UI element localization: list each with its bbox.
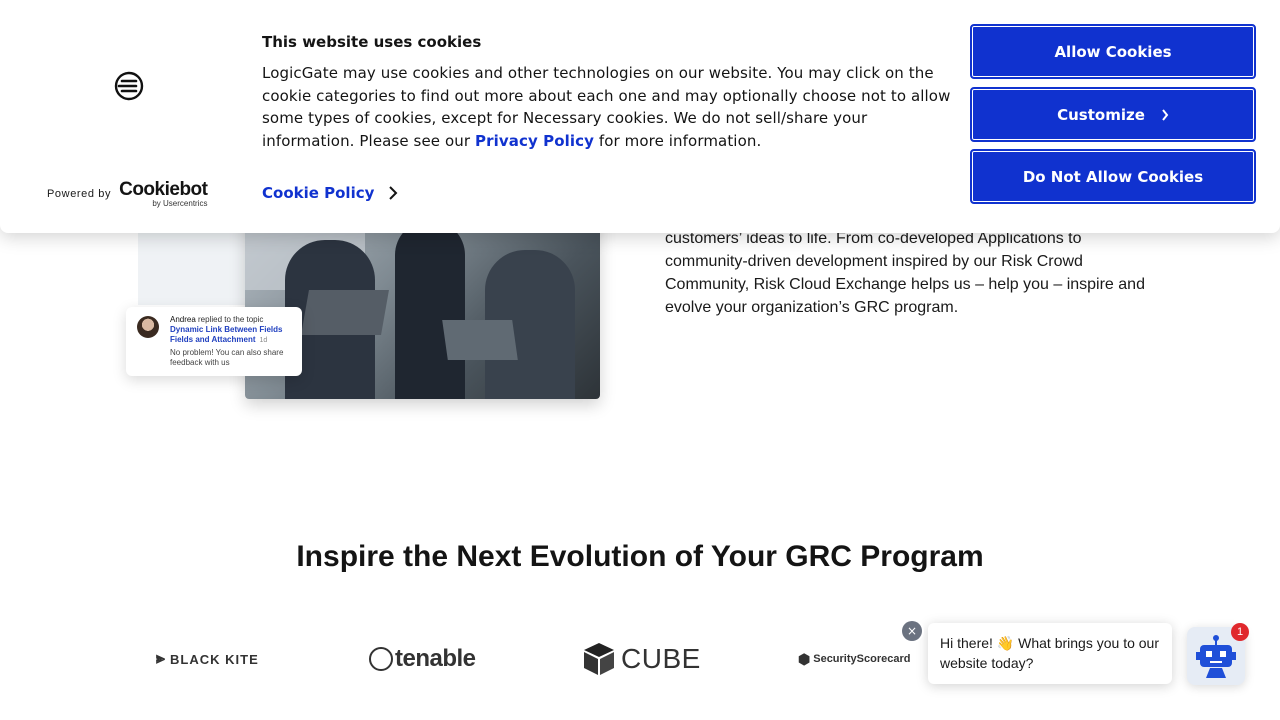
- avatar: [137, 316, 159, 338]
- chat-greeting-bubble[interactable]: Hi there! 👋 What brings you to our websi…: [928, 623, 1172, 684]
- cube-icon: [584, 643, 614, 675]
- cookie-policy-label: Cookie Policy: [262, 184, 375, 202]
- privacy-policy-link[interactable]: Privacy Policy: [475, 132, 594, 150]
- cube-logo: CUBE: [583, 640, 701, 678]
- chatbot-robot-icon: [1196, 635, 1236, 678]
- intro-paragraph: customers’ ideas to life. From co-develo…: [665, 230, 1145, 316]
- cookie-policy-link[interactable]: Cookie Policy: [262, 184, 398, 202]
- kite-icon: ⫸: [156, 650, 167, 667]
- close-chat-bubble-icon[interactable]: ×: [902, 621, 922, 641]
- customize-button[interactable]: Customize: [970, 87, 1256, 142]
- logicgate-logo-icon: [114, 71, 144, 101]
- tenable-logo: tenable: [369, 640, 476, 678]
- black-kite-logo: ⫸ BLACK KITE: [156, 650, 259, 667]
- cookie-consent-banner: Powered by Cookiebot by Usercentrics Thi…: [0, 0, 1280, 233]
- waving-hand-icon: 👋: [996, 635, 1015, 651]
- notification-message: No problem! You can also share feedback …: [170, 348, 284, 367]
- notification-author: Andrea: [170, 315, 196, 324]
- chevron-right-icon: [1162, 108, 1169, 121]
- unread-count-badge: 1: [1231, 623, 1249, 641]
- notification-time: 1d: [259, 337, 268, 344]
- tenable-ring-icon: [369, 647, 393, 671]
- cookie-banner-title: This website uses cookies: [262, 33, 482, 51]
- securityscorecard-logo: ⬢ SecurityScorecard: [798, 650, 911, 667]
- cookiebot-logo: Cookiebot by Usercentrics: [119, 179, 208, 208]
- do-not-allow-cookies-button[interactable]: Do Not Allow Cookies: [970, 149, 1256, 204]
- community-notification-card: Andrea replied to the topic Dynamic Link…: [126, 307, 302, 376]
- partners-heading: Inspire the Next Evolution of Your GRC P…: [296, 540, 984, 573]
- allow-cookies-button[interactable]: Allow Cookies: [970, 24, 1256, 79]
- customize-label: Customize: [1057, 105, 1145, 124]
- cookie-banner-text: LogicGate may use cookies and other tech…: [262, 64, 951, 151]
- powered-by-label: Powered by: [47, 188, 112, 200]
- chevron-right-icon: [389, 186, 398, 200]
- hexagon-icon: ⬢: [798, 650, 811, 667]
- powered-by-cookiebot[interactable]: Powered by Cookiebot by Usercentrics: [47, 179, 208, 208]
- notification-action: replied to the topic: [195, 315, 264, 324]
